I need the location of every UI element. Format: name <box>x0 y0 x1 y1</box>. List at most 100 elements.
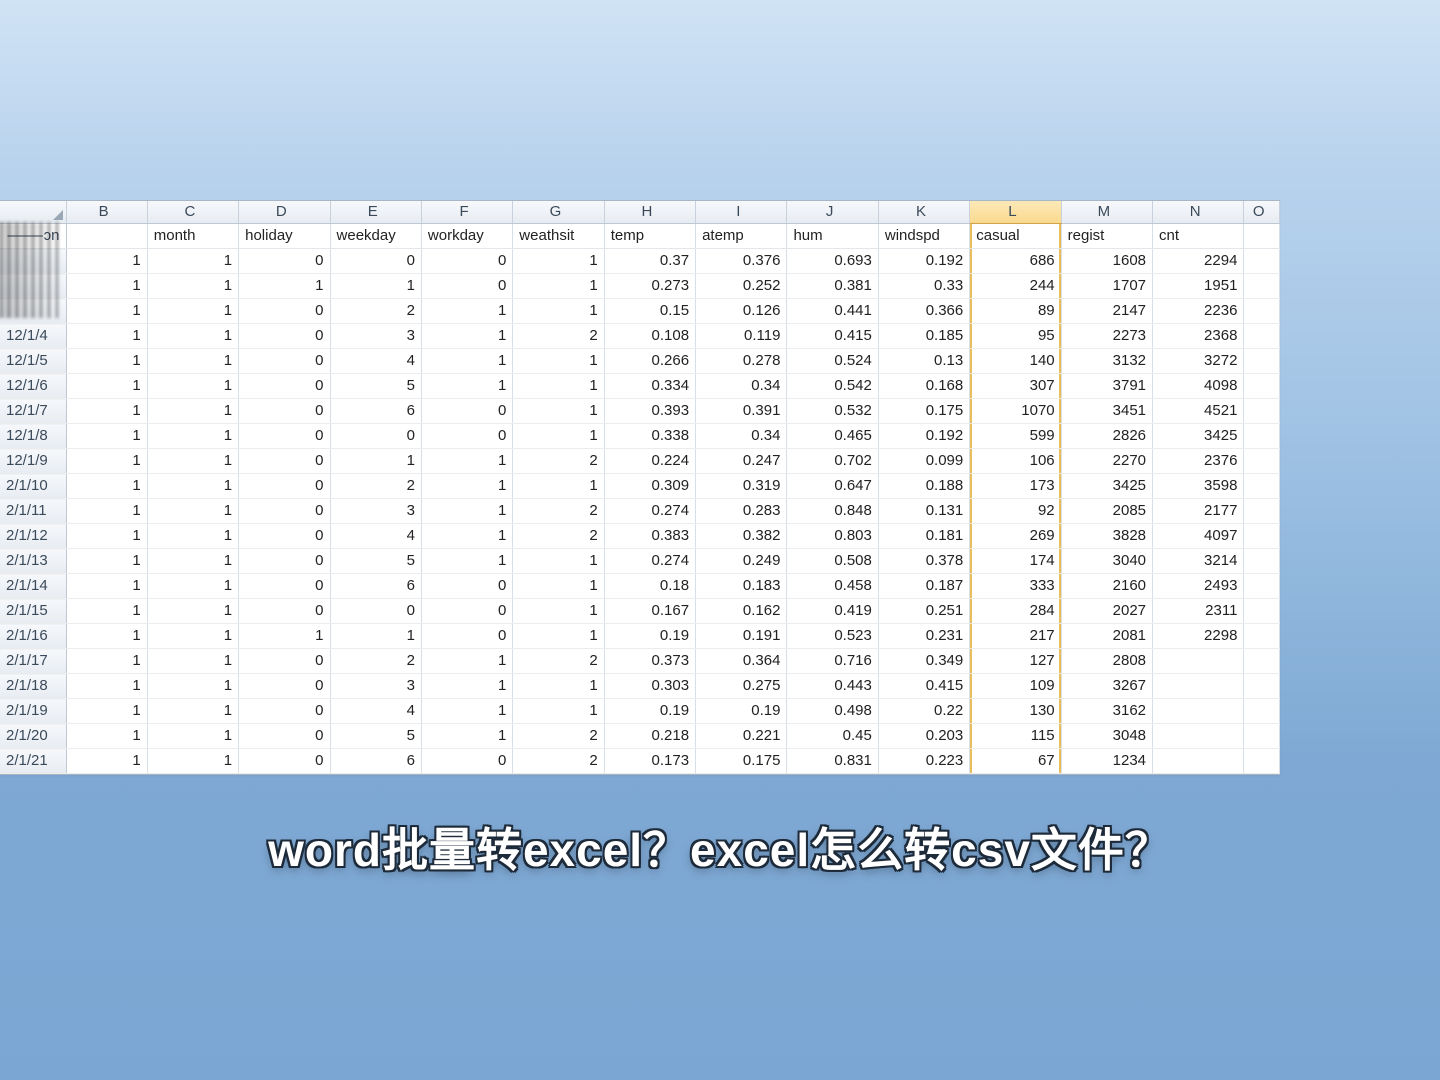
row-header[interactable]: 2/1/17 <box>0 649 66 674</box>
cell[interactable]: 2027 <box>1061 599 1152 624</box>
field-header-cell[interactable] <box>1244 224 1280 249</box>
cell[interactable]: 1 <box>147 274 238 299</box>
cell[interactable]: 67 <box>970 749 1061 774</box>
cell[interactable]: 0.162 <box>696 599 787 624</box>
cell[interactable]: 3162 <box>1061 699 1152 724</box>
cell[interactable]: 0 <box>239 549 330 574</box>
cell[interactable]: 2160 <box>1061 574 1152 599</box>
cell[interactable]: 0.252 <box>696 274 787 299</box>
cell[interactable]: 1 <box>147 349 238 374</box>
cell[interactable]: 0.221 <box>696 724 787 749</box>
cell[interactable]: 1 <box>513 699 604 724</box>
cell[interactable]: 0 <box>239 699 330 724</box>
cell[interactable]: 0 <box>239 324 330 349</box>
cell[interactable]: 1 <box>147 249 238 274</box>
cell[interactable]: 1 <box>66 274 147 299</box>
cell[interactable] <box>1244 374 1280 399</box>
cell[interactable]: 269 <box>970 524 1061 549</box>
cell[interactable]: 2 <box>513 524 604 549</box>
cell[interactable]: 3048 <box>1061 724 1152 749</box>
cell[interactable]: 0 <box>239 449 330 474</box>
cell[interactable] <box>1244 474 1280 499</box>
cell[interactable]: 3451 <box>1061 399 1152 424</box>
cell[interactable]: 0 <box>239 749 330 774</box>
cell[interactable]: 0 <box>239 474 330 499</box>
cell[interactable]: 1 <box>66 399 147 424</box>
cell[interactable]: 307 <box>970 374 1061 399</box>
cell[interactable]: 1 <box>147 699 238 724</box>
cell[interactable]: 0.415 <box>878 674 969 699</box>
cell[interactable]: 0 <box>421 574 512 599</box>
field-header-cell[interactable]: cnt <box>1153 224 1244 249</box>
cell[interactable]: 0.376 <box>696 249 787 274</box>
cell[interactable]: 0.523 <box>787 624 878 649</box>
row-header[interactable]: 12/1/7 <box>0 399 66 424</box>
row-header[interactable]: 2/1/11 <box>0 499 66 524</box>
column-header-F[interactable]: F <box>421 201 512 224</box>
row-header[interactable]: ⸻ɔn <box>0 224 66 249</box>
data-grid[interactable]: BCDEFGHIJKLMNO ⸻ɔnmonthholidayweekdaywor… <box>0 201 1280 774</box>
cell[interactable]: 1 <box>421 549 512 574</box>
cell[interactable]: 0.099 <box>878 449 969 474</box>
cell[interactable]: 0.34 <box>696 374 787 399</box>
cell[interactable]: 1 <box>513 474 604 499</box>
field-header-cell[interactable]: hum <box>787 224 878 249</box>
cell[interactable]: 0.274 <box>604 549 695 574</box>
cell[interactable]: 3 <box>330 324 421 349</box>
cell[interactable]: 0 <box>239 499 330 524</box>
cell[interactable]: 0 <box>239 299 330 324</box>
cell[interactable]: 0.175 <box>696 749 787 774</box>
cell[interactable]: 1 <box>421 499 512 524</box>
cell[interactable]: 0.119 <box>696 324 787 349</box>
cell[interactable]: 1 <box>513 249 604 274</box>
cell[interactable]: 1 <box>147 399 238 424</box>
cell[interactable] <box>1153 699 1244 724</box>
cell[interactable]: 2493 <box>1153 574 1244 599</box>
cell[interactable]: 0.224 <box>604 449 695 474</box>
cell[interactable]: 0.458 <box>787 574 878 599</box>
cell[interactable] <box>1244 724 1280 749</box>
cell[interactable]: 686 <box>970 249 1061 274</box>
cell[interactable]: 0 <box>421 749 512 774</box>
row-header[interactable]: 12/1/6 <box>0 374 66 399</box>
cell[interactable]: 599 <box>970 424 1061 449</box>
cell[interactable]: 2826 <box>1061 424 1152 449</box>
cell[interactable]: 0.702 <box>787 449 878 474</box>
cell[interactable]: 0.167 <box>604 599 695 624</box>
cell[interactable]: 0 <box>421 624 512 649</box>
cell[interactable]: 0.203 <box>878 724 969 749</box>
cell[interactable] <box>1153 724 1244 749</box>
field-header-cell[interactable]: holiday <box>239 224 330 249</box>
field-header-cell[interactable] <box>66 224 147 249</box>
cell[interactable] <box>1244 699 1280 724</box>
column-header-L[interactable]: L <box>970 201 1061 224</box>
cell[interactable]: 0.191 <box>696 624 787 649</box>
cell[interactable]: 0 <box>421 399 512 424</box>
cell[interactable]: 0.349 <box>878 649 969 674</box>
cell[interactable]: 1 <box>513 424 604 449</box>
cell[interactable] <box>1244 524 1280 549</box>
cell[interactable]: 173 <box>970 474 1061 499</box>
cell[interactable]: 1 <box>66 349 147 374</box>
cell[interactable]: 140 <box>970 349 1061 374</box>
cell[interactable] <box>1244 624 1280 649</box>
cell[interactable]: 1 <box>147 499 238 524</box>
field-header-cell[interactable]: regist <box>1061 224 1152 249</box>
row-header[interactable]: 2/1/12 <box>0 524 66 549</box>
row-header[interactable] <box>0 249 66 274</box>
cell[interactable]: 127 <box>970 649 1061 674</box>
cell[interactable]: 1 <box>147 324 238 349</box>
cell[interactable]: 2177 <box>1153 499 1244 524</box>
cell[interactable]: 1 <box>147 649 238 674</box>
column-header-J[interactable]: J <box>787 201 878 224</box>
cell[interactable] <box>1244 274 1280 299</box>
cell[interactable]: 0.303 <box>604 674 695 699</box>
cell[interactable]: 0.126 <box>696 299 787 324</box>
cell[interactable]: 1 <box>421 724 512 749</box>
cell[interactable]: 1 <box>66 624 147 649</box>
cell[interactable]: 6 <box>330 749 421 774</box>
cell[interactable]: 0.393 <box>604 399 695 424</box>
cell[interactable]: 1 <box>147 749 238 774</box>
cell[interactable]: 1 <box>421 449 512 474</box>
row-header[interactable]: 2/1/16 <box>0 624 66 649</box>
